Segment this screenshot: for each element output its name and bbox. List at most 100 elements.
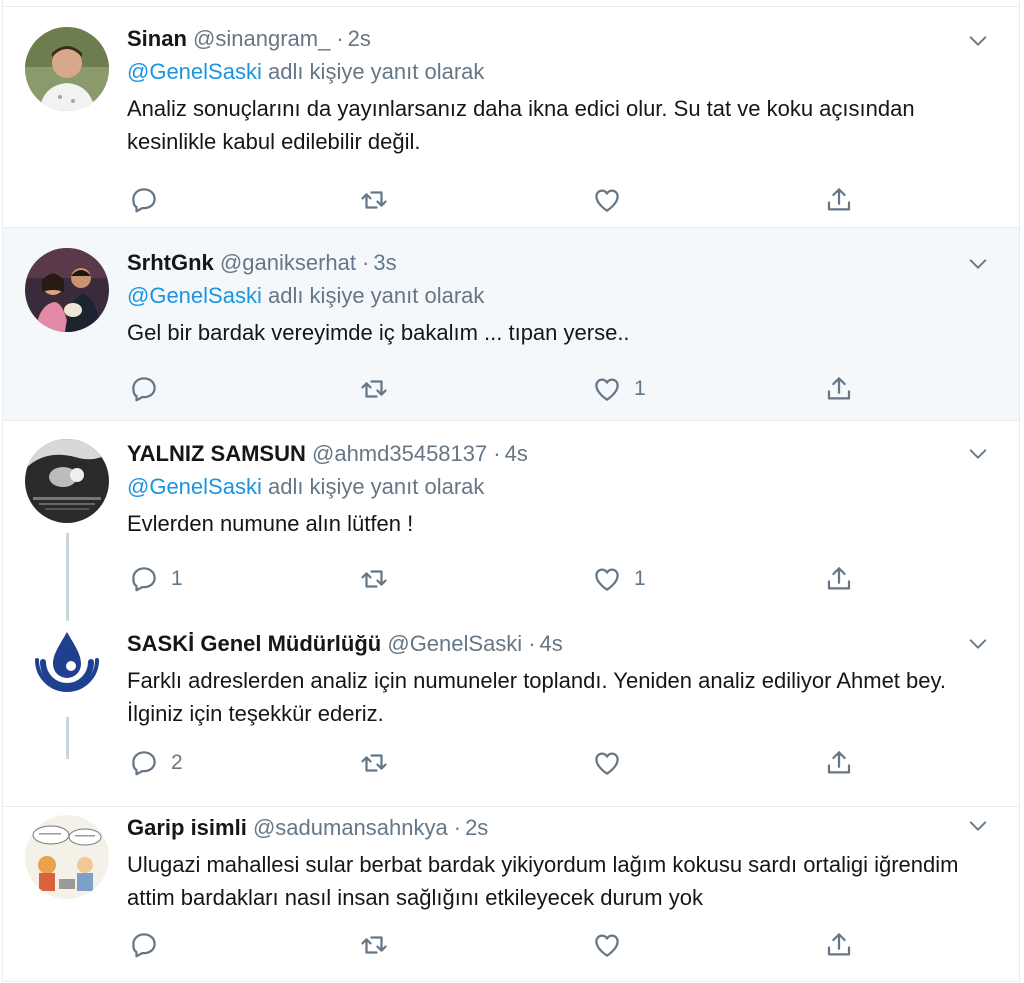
avatar[interactable] (25, 815, 109, 899)
tweet[interactable]: YALNIZ SAMSUN @ahmd35458137 · 4s @GenelSas… (3, 421, 1019, 621)
like-icon (592, 748, 622, 778)
tweet-actions: 1 1 (127, 561, 979, 597)
timestamp[interactable]: 4s (540, 631, 563, 656)
like-button[interactable]: 1 (592, 561, 646, 597)
tweet-actions: 1 (127, 371, 979, 407)
avatar[interactable] (25, 622, 109, 706)
tweet-text: Ulugazi mahallesi sular berbat bardak yi… (127, 852, 959, 910)
retweet-button[interactable] (359, 927, 401, 963)
user-handle[interactable]: @sadumansahnkya (253, 815, 448, 840)
separator-dot: · (453, 815, 462, 840)
like-button[interactable]: 1 (592, 371, 646, 407)
tweet-actions (127, 927, 979, 963)
reply-count: 2 (171, 751, 183, 774)
retweet-icon (359, 374, 389, 404)
separator-dot: · (528, 631, 536, 656)
avatar[interactable] (25, 439, 109, 523)
tweet-text: Farklı adreslerden analiz için numuneler… (127, 668, 946, 726)
timestamp[interactable]: 2s (348, 26, 371, 51)
retweet-button[interactable] (359, 371, 401, 407)
thread-connector (66, 717, 69, 759)
avatar[interactable] (25, 248, 109, 332)
user-name[interactable]: Sinan (127, 26, 187, 51)
like-icon (592, 564, 622, 594)
share-button[interactable] (824, 182, 854, 218)
reply-context: @GenelSaski adlı kişiye yanıt olarak (127, 281, 979, 311)
share-button[interactable] (824, 561, 854, 597)
separator-dot: · (362, 250, 370, 275)
thread-connector (66, 533, 69, 621)
timestamp[interactable]: 2s (465, 815, 488, 840)
reply-button[interactable] (129, 371, 171, 407)
reply-icon (129, 564, 159, 594)
reply-context-label: adlı kişiye yanıt olarak (267, 283, 485, 308)
share-icon (824, 748, 854, 778)
reply-button[interactable] (129, 182, 171, 218)
user-name[interactable]: Garip isimli (127, 815, 247, 840)
retweet-button[interactable] (359, 561, 401, 597)
reply-button[interactable] (129, 927, 171, 963)
tweet-header: SrhtGnk @ganikserhat · 3s (127, 248, 979, 278)
like-count: 1 (634, 377, 646, 400)
reply-icon (129, 748, 159, 778)
retweet-icon (359, 748, 389, 778)
separator-dot: · (493, 441, 501, 466)
mention-link[interactable]: @GenelSaski (127, 59, 262, 84)
timeline: Sinan @sinangram_ · 2s @GenelSaski adlı ki… (2, 0, 1020, 982)
user-handle[interactable]: @GenelSaski (387, 631, 522, 656)
tweet-text: Analiz sonuçlarını da yayınlarsanız daha… (127, 96, 915, 154)
mention-link[interactable]: @GenelSaski (127, 474, 262, 499)
chevron-down-icon[interactable] (967, 633, 989, 655)
retweet-icon (359, 185, 389, 215)
tweet-header: SASKİ Genel Müdürlüğü @GenelSaski · 4s (127, 629, 979, 659)
reply-button[interactable]: 1 (129, 561, 183, 597)
user-name[interactable]: SASKİ Genel Müdürlüğü (127, 631, 381, 656)
chevron-down-icon[interactable] (967, 30, 989, 52)
like-button[interactable] (592, 182, 634, 218)
separator-dot: · (336, 26, 344, 51)
timestamp[interactable]: 3s (373, 250, 396, 275)
chevron-down-icon[interactable] (967, 253, 989, 275)
like-icon (592, 374, 622, 404)
timestamp[interactable]: 4s (505, 441, 528, 466)
like-button[interactable] (592, 927, 634, 963)
share-button[interactable] (824, 927, 854, 963)
chevron-down-icon[interactable] (967, 815, 989, 837)
reply-count: 1 (171, 567, 183, 590)
tweet-text: Gel bir bardak vereyimde iç bakalım ... … (127, 320, 630, 345)
user-handle[interactable]: @sinangram_ (193, 26, 330, 51)
tweet-text: Evlerden numune alın lütfen ! (127, 511, 414, 536)
tweet-header: YALNIZ SAMSUN @ahmd35458137 · 4s (127, 439, 979, 469)
user-handle[interactable]: @ahmd35458137 (312, 441, 487, 466)
like-icon (592, 185, 622, 215)
retweet-button[interactable] (359, 182, 401, 218)
share-button[interactable] (824, 371, 854, 407)
like-count: 1 (634, 567, 646, 590)
share-icon (824, 564, 854, 594)
retweet-icon (359, 564, 389, 594)
tweet-actions: 2 (127, 745, 979, 781)
user-name[interactable]: YALNIZ SAMSUN (127, 441, 306, 466)
tweet[interactable]: Sinan @sinangram_ · 2s @GenelSaski adlı ki… (3, 7, 1019, 228)
share-icon (824, 374, 854, 404)
like-icon (592, 930, 622, 960)
like-button[interactable] (592, 745, 634, 781)
reply-context: @GenelSaski adlı kişiye yanıt olarak (127, 472, 979, 502)
reply-context-label: adlı kişiye yanıt olarak (267, 474, 485, 499)
reply-icon (129, 930, 159, 960)
retweet-button[interactable] (359, 745, 401, 781)
tweet-header: Sinan @sinangram_ · 2s (127, 24, 979, 54)
tweet[interactable]: Garip isimli @sadumansahnkya · 2s Ulugazi … (3, 807, 1019, 982)
tweet-header: Garip isimli @sadumansahnkya · 2s (127, 813, 979, 843)
reply-icon (129, 185, 159, 215)
reply-button[interactable]: 2 (129, 745, 183, 781)
tweet[interactable]: SASKİ Genel Müdürlüğü @GenelSaski · 4s Far… (3, 613, 1019, 807)
share-button[interactable] (824, 745, 854, 781)
user-handle[interactable]: @ganikserhat (220, 250, 356, 275)
chevron-down-icon[interactable] (967, 443, 989, 465)
tweet[interactable]: SrhtGnk @ganikserhat · 3s @GenelSaski adlı… (3, 228, 1019, 421)
avatar[interactable] (25, 27, 109, 111)
user-name[interactable]: SrhtGnk (127, 250, 214, 275)
mention-link[interactable]: @GenelSaski (127, 283, 262, 308)
reply-context: @GenelSaski adlı kişiye yanıt olarak (127, 57, 979, 87)
